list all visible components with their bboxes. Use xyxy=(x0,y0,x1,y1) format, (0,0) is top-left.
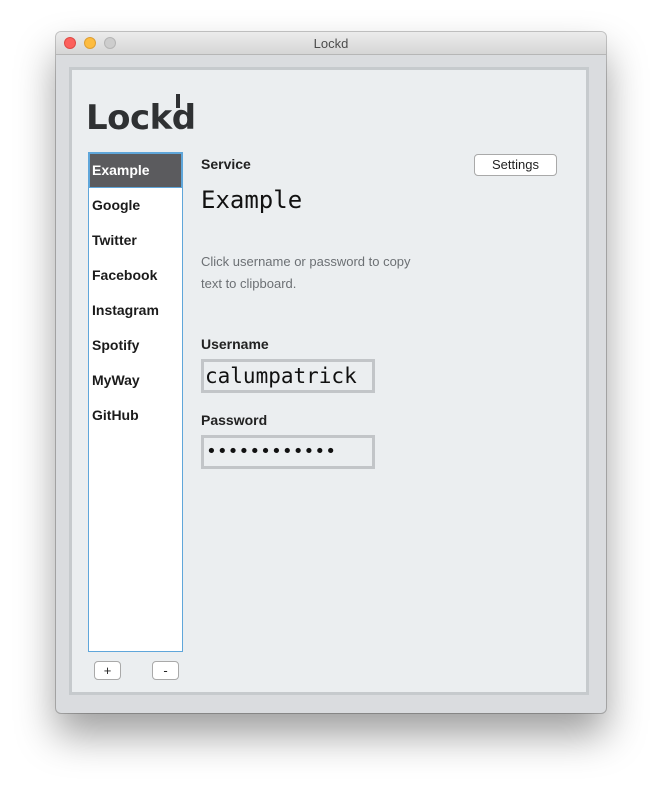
service-list[interactable]: Example Google Twitter Facebook Instagra… xyxy=(88,152,183,652)
password-field[interactable]: •••••••••••• xyxy=(201,435,375,469)
main-panel: Lockd Example Google Twitter Facebook In… xyxy=(69,67,589,695)
service-item-spotify[interactable]: Spotify xyxy=(90,329,181,362)
service-item-google[interactable]: Google xyxy=(90,189,181,222)
service-item-instagram[interactable]: Instagram xyxy=(90,294,181,327)
remove-service-button[interactable]: - xyxy=(152,661,179,680)
help-text: Click username or password to copy text … xyxy=(201,254,411,291)
service-name: Example xyxy=(201,186,303,214)
username-label: Username xyxy=(201,336,269,352)
username-field[interactable]: calumpatrick xyxy=(201,359,375,393)
service-item-example[interactable]: Example xyxy=(89,153,182,188)
title-bar[interactable]: Lockd xyxy=(56,32,606,55)
service-item-facebook[interactable]: Facebook xyxy=(90,259,181,292)
app-window: Lockd Lockd Example Google Twitter Faceb… xyxy=(56,32,606,713)
add-service-button[interactable]: + xyxy=(94,661,121,680)
service-item-myway[interactable]: MyWay xyxy=(90,364,181,397)
password-label: Password xyxy=(201,412,268,428)
logo-key-icon xyxy=(176,94,180,108)
service-item-github[interactable]: GitHub xyxy=(90,399,181,432)
window-title: Lockd xyxy=(313,36,349,51)
service-label: Service xyxy=(201,156,251,172)
settings-button[interactable]: Settings xyxy=(474,154,557,176)
service-item-twitter[interactable]: Twitter xyxy=(90,224,181,257)
app-logo: Lockd xyxy=(86,94,196,138)
